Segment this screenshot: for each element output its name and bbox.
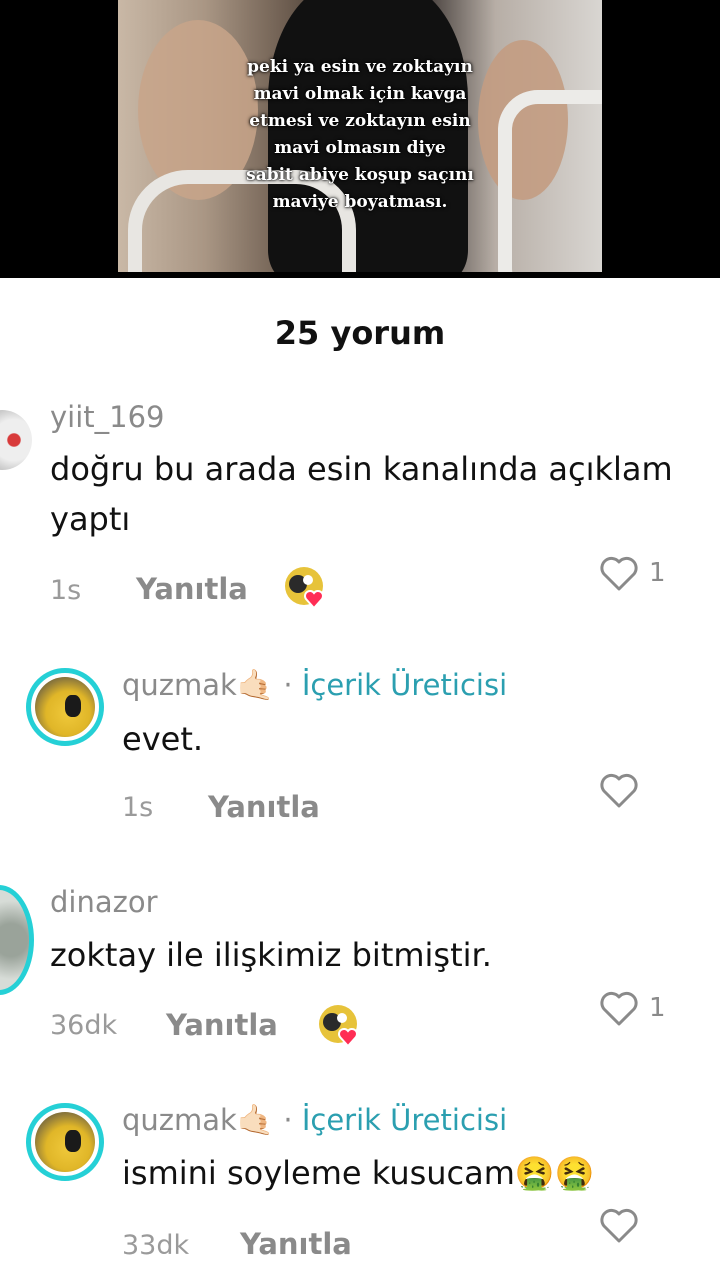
hand-emoji-icon: 🤙🏻	[236, 1103, 275, 1138]
comment-time: 36dk	[50, 1010, 118, 1041]
comment-username[interactable]: yiit_169	[50, 400, 165, 434]
badge-separator: ·	[283, 1103, 293, 1137]
reply-button[interactable]: Yanıtla	[208, 790, 320, 824]
comment-time: 33dk	[122, 1230, 190, 1261]
reply-button[interactable]: Yanıtla	[166, 1008, 278, 1042]
comment-username-row: quzmak🤙🏻 · İçerik Üreticisi	[122, 668, 507, 703]
video-frame: peki ya esin ve zoktayın mavi olmak için…	[118, 0, 602, 272]
like-count: 1	[649, 993, 666, 1023]
comment-username[interactable]: quzmak	[122, 1103, 237, 1137]
comment-username[interactable]: dinazor	[50, 885, 158, 919]
comment-username-row: quzmak🤙🏻 · İçerik Üreticisi	[122, 1103, 507, 1138]
video-player[interactable]: peki ya esin ve zoktayın mavi olmak için…	[0, 0, 720, 278]
comment-text: zoktay ile ilişkimiz bitmiştir.	[50, 936, 492, 974]
comment-time: 1s	[122, 792, 154, 823]
avatar[interactable]	[0, 410, 32, 470]
comment-text: ismini soyleme kusucam🤮🤮	[122, 1154, 595, 1192]
avatar[interactable]	[26, 668, 104, 746]
reply-button[interactable]: Yanıtla	[240, 1227, 352, 1261]
creator-label: İçerik Üreticisi	[301, 1103, 508, 1137]
heart-outline-icon[interactable]	[597, 551, 641, 595]
creator-label: İçerik Üreticisi	[301, 668, 508, 702]
hand-emoji-icon: 🤙🏻	[236, 668, 275, 703]
creator-liked-badge-icon	[319, 1005, 358, 1048]
avatar[interactable]	[26, 1103, 104, 1181]
heart-outline-icon[interactable]	[597, 986, 641, 1030]
creator-liked-badge-icon	[285, 567, 324, 610]
comment-text: evet.	[122, 720, 204, 758]
avatar[interactable]	[0, 885, 34, 995]
comments-title: 25 yorum	[274, 314, 446, 352]
badge-separator: ·	[283, 668, 293, 702]
comment-username[interactable]: quzmak	[122, 668, 237, 702]
comment-time: 1s	[50, 575, 82, 606]
video-caption: peki ya esin ve zoktayın mavi olmak için…	[246, 57, 474, 212]
like-count: 1	[649, 558, 666, 588]
heart-outline-icon[interactable]	[597, 1203, 641, 1247]
comment-text-line2: yaptı	[50, 500, 131, 538]
heart-outline-icon[interactable]	[597, 768, 641, 812]
reply-button[interactable]: Yanıtla	[136, 572, 248, 606]
comment-text: doğru bu arada esin kanalında açıklam	[50, 450, 673, 488]
